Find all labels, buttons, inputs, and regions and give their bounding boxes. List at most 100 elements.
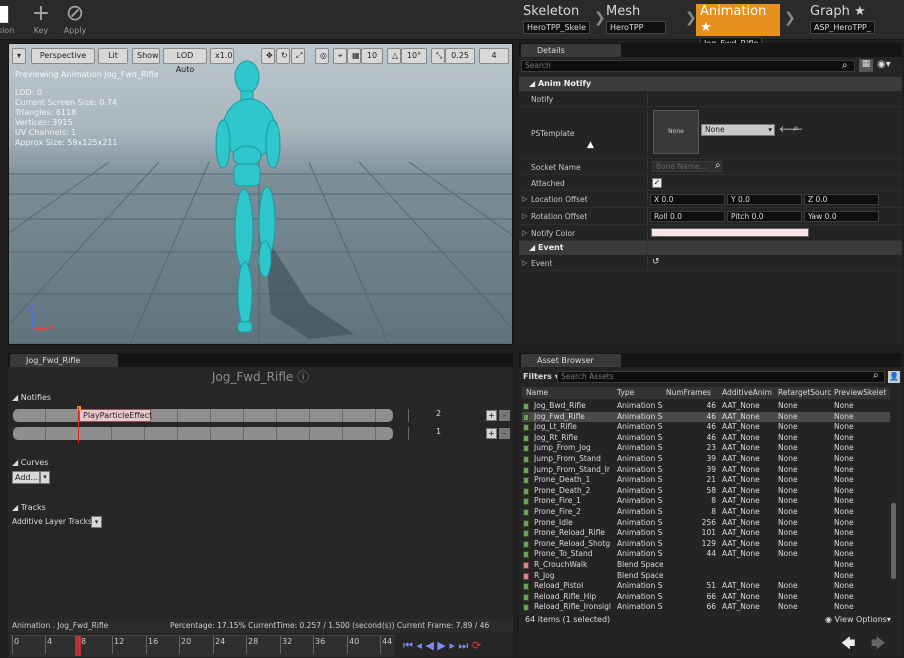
asset-row[interactable]: Prone_Fire_2 Animation Se 8 AAT_None None Non… xyxy=(522,507,890,518)
search-icon[interactable]: ⌕ xyxy=(842,60,848,71)
crumb-animation[interactable]: Animation ★ Jog_Fwd_Rifle xyxy=(696,4,780,50)
rotation-snap-icon[interactable]: △ xyxy=(387,48,401,64)
add-track-icon[interactable]: + xyxy=(486,410,497,421)
scrub-bar[interactable]: 0 4 8 12 16 20 24 28 32 36 40 44 xyxy=(10,635,395,657)
scale-snap-icon[interactable]: ⤡ xyxy=(431,48,445,64)
skip-to-start-icon[interactable]: ⏮ xyxy=(403,639,413,652)
tracks-header[interactable]: ◢ Tracks xyxy=(12,503,46,512)
section-anim-notify[interactable]: ◢ Anim Notify xyxy=(519,77,902,91)
socket-name-input[interactable]: Bone Name... xyxy=(652,161,722,172)
back-arrow-icon[interactable]: 🡄 xyxy=(841,633,855,657)
asset-row[interactable]: Reload_Rifle_Ironsigl Animation Se 66 AAT_N… xyxy=(522,602,890,613)
reset-icon[interactable]: ↺ xyxy=(652,257,660,267)
asset-row[interactable]: Jog_Rt_Rifle Animation Se 46 AAT_None None No… xyxy=(522,433,890,444)
asset-search-input[interactable]: Search Assets xyxy=(557,371,885,383)
attached-checkbox[interactable]: ✓ xyxy=(652,178,662,188)
tab-jog-fwd-rifle[interactable]: Jog_Fwd_Rifle xyxy=(10,354,118,367)
crumb-graph-asset[interactable]: ASP_HeroTPP_ xyxy=(810,21,875,34)
eye-icon[interactable]: ◉▾ xyxy=(877,59,891,70)
view-options-button[interactable]: ◉ View Options▾ xyxy=(825,615,891,624)
translate-icon[interactable]: ✥ xyxy=(261,48,275,64)
asset-row[interactable]: Jump_From_Stand_Ir Animation Se 39 AAT_None… xyxy=(522,465,890,476)
rotate-icon[interactable]: ↻ xyxy=(276,48,290,64)
column-name[interactable]: Name xyxy=(526,387,548,399)
asset-row[interactable]: Prone_Reload_Rifle Animation Se 101 AAT_Non… xyxy=(522,528,890,539)
remove-track-icon[interactable]: - xyxy=(499,410,510,421)
column-numframes[interactable]: NumFrames xyxy=(666,387,711,399)
chevron-down-icon[interactable]: ▾ xyxy=(91,516,102,528)
filters-button[interactable]: Filters ▾ xyxy=(523,372,559,381)
template-dropdown[interactable]: None ▾ xyxy=(701,124,775,136)
viewport-options-button[interactable]: ▾ xyxy=(12,48,26,64)
expand-arrow-icon[interactable]: ▷ xyxy=(522,195,527,203)
lit-button[interactable]: Lit xyxy=(98,48,128,64)
asset-row[interactable]: Jog_Fwd_Rifle Animation Se 46 AAT_None None N… xyxy=(522,411,890,423)
loop-icon[interactable]: ⟳ xyxy=(472,639,481,652)
asset-scrollbar[interactable] xyxy=(891,503,896,579)
rotation-yaw-field[interactable]: Yaw 0.0 xyxy=(804,211,879,222)
snap-surface-icon[interactable]: ⌖ xyxy=(333,48,347,64)
grid-snap-icon[interactable]: ▦ xyxy=(347,48,361,64)
asset-row[interactable]: Jump_From_Jog Animation Se 23 AAT_None None N… xyxy=(522,443,890,454)
search-icon[interactable]: ⌕ xyxy=(873,370,879,381)
column-additive[interactable]: AdditiveAnim xyxy=(722,387,774,399)
scale-snap-button[interactable]: 0.25 xyxy=(445,48,475,64)
step-back-icon[interactable]: ◂ xyxy=(416,639,422,652)
scrub-playhead[interactable] xyxy=(75,636,81,656)
play-icon[interactable]: ▶ xyxy=(437,639,445,652)
expand-arrow-icon[interactable]: ▷ xyxy=(522,212,527,220)
grid-size-button[interactable]: 10 xyxy=(361,48,383,64)
asset-row[interactable]: Prone_To_Stand Animation Se 44 AAT_None None… xyxy=(522,549,890,560)
notifies-header[interactable]: ◢ Notifies xyxy=(12,393,51,402)
notify-event-marker[interactable]: PlayParticleEffect xyxy=(79,409,152,422)
scale-icon[interactable]: ⤢ xyxy=(291,48,305,64)
crumb-mesh[interactable]: Mesh HeroTPP xyxy=(602,4,670,36)
help-icon[interactable]: ⓘ xyxy=(297,370,309,384)
chevron-down-icon[interactable]: ▾ xyxy=(40,471,50,484)
asset-row[interactable]: Reload_Pistol Animation Se 51 AAT_None None N… xyxy=(522,581,890,592)
curves-header[interactable]: ◢ Curves xyxy=(12,458,48,467)
asset-row[interactable]: Reload_Rifle_Hip Animation Se 66 AAT_None No… xyxy=(522,592,890,603)
column-type[interactable]: Type xyxy=(617,387,634,399)
browse-icon[interactable]: ⌕ xyxy=(793,123,799,134)
asset-row[interactable]: Jump_From_Stand Animation Se 39 AAT_None Non… xyxy=(522,454,890,465)
expand-arrow-icon[interactable]: ▷ xyxy=(522,259,527,267)
viewport[interactable]: Z X ▾ Perspective Lit Show LOD Auto x1.0… xyxy=(8,43,513,345)
expand-arrow-icon[interactable]: ▷ xyxy=(522,229,527,237)
asset-row[interactable]: Prone_Death_2 Animation Se 58 AAT_None None N… xyxy=(522,486,890,497)
asset-row[interactable]: Prone_Fire_1 Animation Se 8 AAT_None None Non… xyxy=(522,496,890,507)
template-thumbnail[interactable]: None xyxy=(653,110,699,154)
key-button[interactable]: + Key xyxy=(26,2,56,38)
remove-track-icon[interactable]: - xyxy=(499,428,510,439)
add-curve-button[interactable]: Add... xyxy=(12,471,40,484)
world-icon[interactable]: ◎ xyxy=(315,48,329,64)
location-x-field[interactable]: X 0.0 xyxy=(650,194,725,205)
section-event[interactable]: ◢ Event xyxy=(519,241,902,255)
notify-color-swatch[interactable] xyxy=(651,228,809,237)
crumb-mesh-asset[interactable]: HeroTPP xyxy=(606,21,666,34)
rotation-pitch-field[interactable]: Pitch 0.0 xyxy=(727,211,802,222)
tab-asset-browser[interactable]: Asset Browser xyxy=(521,354,621,367)
crumb-skeleton[interactable]: Skeleton HeroTPP_Skele xyxy=(519,4,594,36)
grid-view-icon[interactable]: ▦ xyxy=(859,59,873,72)
location-y-field[interactable]: Y 0.0 xyxy=(727,194,802,205)
notify-track-1[interactable] xyxy=(13,427,409,440)
playback-speed-button[interactable]: x1.0 xyxy=(210,48,234,64)
camera-speed-button[interactable]: 4 xyxy=(479,48,509,64)
search-icon[interactable]: ⌕ xyxy=(715,160,721,171)
crumb-skeleton-asset[interactable]: HeroTPP_Skele xyxy=(523,21,590,34)
use-selected-icon[interactable]: 🡐 xyxy=(779,124,803,135)
perspective-button[interactable]: Perspective xyxy=(31,48,95,64)
rotation-snap-button[interactable]: 10° xyxy=(401,48,427,64)
asset-row[interactable]: Prone_Reload_Shotg Animation Se 129 AAT_Non… xyxy=(522,539,890,550)
asset-row[interactable]: R_CrouchWalk Blend Space None xyxy=(522,560,890,571)
forward-arrow-icon[interactable]: 🡆 xyxy=(871,633,885,657)
lod-button[interactable]: LOD Auto xyxy=(163,48,207,74)
crumb-graph[interactable]: Graph ★ ASP_HeroTPP_ xyxy=(806,4,879,36)
user-icon[interactable]: 👤 xyxy=(888,371,900,383)
asset-row[interactable]: R_Jog Blend Space None xyxy=(522,571,890,582)
session-button[interactable]: ▮ ssion xyxy=(0,2,16,38)
location-z-field[interactable]: Z 0.0 xyxy=(804,194,879,205)
add-track-icon[interactable]: + xyxy=(486,428,497,439)
asset-row[interactable]: Prone_Idle Animation Se 256 AAT_None None Non… xyxy=(522,518,890,529)
